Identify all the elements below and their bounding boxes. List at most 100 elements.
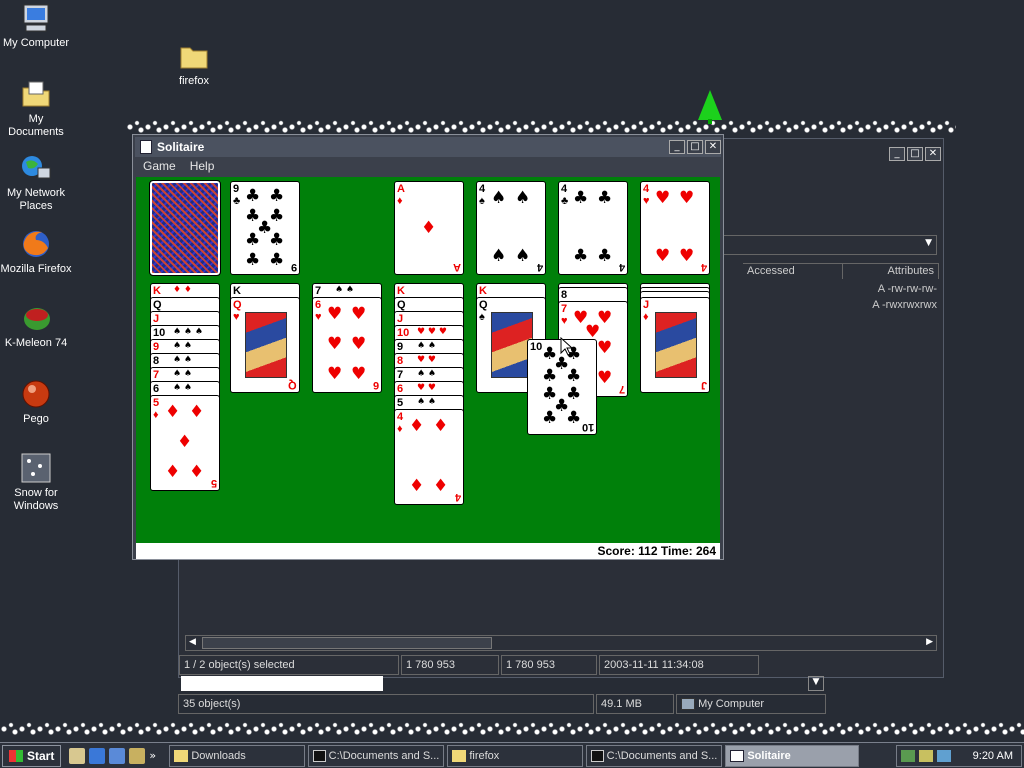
- stock-pile[interactable]: [149, 180, 221, 276]
- desktop-icon-firefox-folder[interactable]: firefox: [158, 40, 230, 88]
- close-icon[interactable]: ✕: [705, 140, 721, 154]
- window-title: Solitaire: [157, 140, 205, 154]
- status-location-label: My Computer: [698, 698, 765, 710]
- status-location: My Computer: [676, 694, 826, 714]
- desktop-icon-network-places[interactable]: My Network Places: [0, 152, 72, 213]
- chevron-down-icon: ▼: [925, 238, 932, 248]
- mouse-cursor-icon: [560, 337, 574, 356]
- foundation-pile[interactable]: A ♦ ♦ A: [394, 181, 464, 275]
- desktop-icon-pego[interactable]: Pego: [0, 378, 72, 426]
- scroll-left-icon[interactable]: ◀: [189, 637, 196, 647]
- solitaire-window[interactable]: Solitaire _ □ ✕ Game Help 9 ♣ ♣ ♣ ♣ ♣ ♣ ♣ ♣ …: [132, 134, 724, 560]
- taskbar-button-label: firefox: [469, 749, 500, 762]
- kmeleon-icon: [24, 308, 50, 330]
- desktop-icon-mozilla-firefox[interactable]: Mozilla Firefox: [0, 228, 72, 276]
- status-bar-2: 35 object(s) 49.1 MB My Computer: [178, 694, 828, 714]
- foundation-pile[interactable]: 4 ♥ ♥ ♥ ♥ ♥ 4: [640, 181, 710, 275]
- folder-icon: [180, 47, 208, 69]
- horizontal-scrollbar[interactable]: ◀ ▶: [185, 635, 937, 651]
- scrollbar-thumb[interactable]: [202, 637, 492, 649]
- network-tray-icon[interactable]: [900, 749, 915, 762]
- chevron-down-icon[interactable]: ▼: [808, 676, 824, 691]
- desktop-icon-label: Snow for Windows: [13, 487, 59, 512]
- status-object-count: 35 object(s): [178, 694, 594, 714]
- desktop-icon-label: firefox: [179, 75, 209, 87]
- snow-icon: [21, 453, 51, 483]
- start-label: Start: [27, 748, 55, 763]
- windows-logo-icon: [9, 749, 23, 762]
- solitaire-icon: [730, 749, 745, 762]
- column-header-accessed[interactable]: Accessed: [743, 264, 843, 279]
- 7zip-icon: [591, 749, 604, 762]
- desktop-icon-label: My Computer: [2, 37, 70, 49]
- file-attributes-cell: A -rwxrwxrwx: [872, 299, 937, 311]
- menu-game[interactable]: Game: [143, 157, 176, 175]
- taskbar-button-downloads[interactable]: Downloads: [169, 744, 306, 767]
- file-attributes-cell: A -rw-rw-rw-: [877, 283, 937, 295]
- tableau-card[interactable]: 5 ♦ ♦ ♦ ♦ ♦ ♦ 5: [150, 395, 220, 491]
- desktop-icon-k-meleon[interactable]: K-Meleon 74: [0, 302, 72, 350]
- outlook-icon[interactable]: [109, 747, 126, 764]
- show-desktop-icon[interactable]: [69, 747, 86, 764]
- score-time-status: Score: 112 Time: 264: [136, 543, 720, 559]
- foundation-pile[interactable]: 4 ♠ ♠ ♠ ♠ ♠ 4: [476, 181, 546, 275]
- tableau-card[interactable]: J ♦ J: [640, 297, 710, 393]
- folder-icon: [174, 749, 189, 762]
- quick-launch: »: [69, 747, 165, 764]
- taskbar-button-label: C:\Documents and S...: [606, 749, 718, 762]
- documents-icon: [22, 81, 50, 107]
- system-tray: 9:20 AM: [895, 744, 1022, 767]
- internet-explorer-icon[interactable]: [89, 747, 106, 764]
- minimize-icon[interactable]: _: [669, 140, 685, 154]
- taskbar: Start » Downloads C:\Documents and S... …: [0, 742, 1024, 768]
- volume-tray-icon[interactable]: [918, 749, 933, 762]
- waste-card[interactable]: 9 ♣ ♣ ♣ ♣ ♣ ♣ ♣ ♣ ♣ ♣ 9: [230, 181, 300, 275]
- game-table[interactable]: 9 ♣ ♣ ♣ ♣ ♣ ♣ ♣ ♣ ♣ ♣ 9 A ♦ ♦ A 4 ♠ ♠ ♠ ♠ ♠ 4 4 ♣ ♣ ♣…: [136, 177, 720, 543]
- taskbar-button-7zip-2[interactable]: C:\Documents and S...: [586, 744, 723, 767]
- snow-decoration-top: [126, 120, 956, 134]
- desktop-icon-label: Mozilla Firefox: [0, 263, 72, 275]
- 7zip-icon: [313, 749, 326, 762]
- network-icon: [22, 156, 51, 179]
- taskbar-button-firefox[interactable]: firefox: [447, 744, 584, 767]
- column-header-attributes[interactable]: Attributes: [843, 264, 939, 279]
- taskbar-button-7zip-1[interactable]: C:\Documents and S...: [308, 744, 445, 767]
- maximize-icon[interactable]: □: [907, 147, 923, 161]
- taskbar-button-label: C:\Documents and S...: [328, 749, 440, 762]
- address-input[interactable]: [181, 676, 383, 691]
- desktop-icon-label: Pego: [23, 413, 49, 425]
- tableau-card[interactable]: Q ♥ Q: [230, 297, 300, 393]
- pego-icon: [22, 380, 50, 408]
- desktop-icon-my-documents[interactable]: My Documents: [0, 78, 72, 139]
- close-icon[interactable]: ✕: [925, 147, 941, 161]
- search-icon[interactable]: [129, 747, 146, 764]
- desktop-icon-snow-for-windows[interactable]: Snow for Windows: [0, 452, 72, 513]
- christmas-tree-icon: [698, 90, 722, 124]
- maximize-icon[interactable]: □: [687, 140, 703, 154]
- menu-help[interactable]: Help: [190, 157, 215, 175]
- foundation-pile[interactable]: 4 ♣ ♣ ♣ ♣ ♣ 4: [558, 181, 628, 275]
- scroll-right-icon[interactable]: ▶: [926, 637, 933, 647]
- address-dropdown[interactable]: ▼: [723, 235, 937, 255]
- explorer-address-bar[interactable]: ▼: [178, 674, 828, 694]
- desktop-icon-label: My Documents: [8, 113, 64, 138]
- tableau-card[interactable]: 6 ♥ ♥ ♥ ♥ ♥ ♥ ♥ 6: [312, 297, 382, 393]
- status-size: 1 780 953: [401, 655, 499, 675]
- status-bar: 1 / 2 object(s) selected 1 780 953 1 780…: [179, 655, 943, 675]
- minimize-icon[interactable]: _: [889, 147, 905, 161]
- clock[interactable]: 9:20 AM: [973, 750, 1013, 762]
- taskbar-button-solitaire[interactable]: Solitaire: [725, 744, 860, 767]
- start-button[interactable]: Start: [2, 744, 62, 767]
- status-selected: 1 / 2 object(s) selected: [179, 655, 399, 675]
- app-tray-icon[interactable]: [936, 749, 951, 762]
- folder-icon: [452, 749, 467, 762]
- computer-icon: [23, 4, 49, 32]
- tableau-card[interactable]: 4 ♦ ♦ ♦ ♦ ♦ 4: [394, 409, 464, 505]
- desktop-icon-my-computer[interactable]: My Computer: [0, 2, 72, 50]
- status-total-size: 49.1 MB: [596, 694, 674, 714]
- status-packed-size: 1 780 953: [501, 655, 597, 675]
- computer-icon: [681, 698, 695, 711]
- status-modified: 2003-11-11 11:34:08: [599, 655, 759, 675]
- window-titlebar[interactable]: Solitaire _ □ ✕: [135, 137, 721, 157]
- chevron-right-icon[interactable]: »: [149, 748, 165, 764]
